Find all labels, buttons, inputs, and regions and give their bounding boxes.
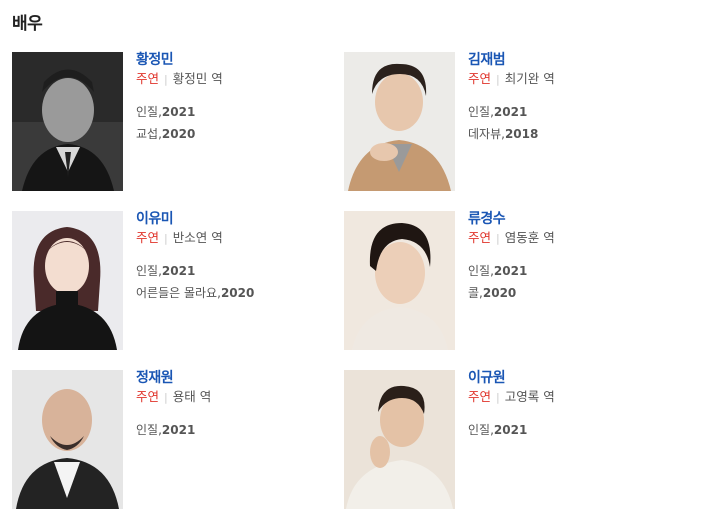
role-type: 주연 [468, 389, 492, 404]
role-name: 고영록 역 [504, 389, 555, 404]
filmography-item: 인질,2021 [468, 260, 678, 282]
filmography-item: 인질,2021 [468, 419, 678, 441]
actor-card: 이규원 주연 | 고영록 역 인질,2021 [344, 370, 684, 510]
work-title-link[interactable]: 데자뷰 [468, 127, 501, 141]
section-title: 배우 [12, 14, 43, 34]
filmography-list: 인질,2021 어른들은 몰라요,2020 [136, 260, 346, 304]
role-line: 주연 | 용태 역 [136, 389, 346, 406]
role-separator: | [164, 73, 168, 86]
actor-photo[interactable] [344, 370, 455, 509]
role-type: 주연 [136, 389, 160, 404]
actor-photo[interactable] [344, 211, 455, 350]
actor-name-link[interactable]: 정재원 [136, 370, 346, 386]
filmography-item: 교섭,2020 [136, 123, 346, 145]
actor-photo[interactable] [12, 211, 123, 350]
actor-photo[interactable] [12, 52, 123, 191]
filmography-item: 인질,2021 [468, 101, 678, 123]
role-separator: | [496, 391, 500, 404]
role-line: 주연 | 황정민 역 [136, 71, 346, 88]
filmography-item: 인질,2021 [136, 260, 346, 282]
role-name: 염동훈 역 [504, 230, 555, 245]
filmography-item: 인질,2021 [136, 419, 346, 441]
actor-name-link[interactable]: 류경수 [468, 211, 678, 227]
work-title-link[interactable]: 인질 [468, 105, 490, 119]
actor-name-link[interactable]: 이규원 [468, 370, 678, 386]
filmography-list: 인질,2021 데자뷰,2018 [468, 101, 678, 145]
actor-photo[interactable] [344, 52, 455, 191]
work-title-link[interactable]: 인질 [136, 105, 158, 119]
work-year: 2020 [482, 286, 517, 300]
role-type: 주연 [136, 230, 160, 245]
actor-card: 황정민 주연 | 황정민 역 인질,2021 교섭,2020 [12, 52, 352, 192]
role-separator: | [496, 232, 500, 245]
role-type: 주연 [468, 71, 492, 86]
role-name: 반소연 역 [172, 230, 223, 245]
work-year: 2020 [220, 286, 255, 300]
work-year: 2021 [493, 105, 528, 119]
work-title-link[interactable]: 인질 [468, 264, 490, 278]
role-name: 최기완 역 [504, 71, 555, 86]
role-line: 주연 | 염동훈 역 [468, 230, 678, 247]
role-type: 주연 [136, 71, 160, 86]
role-separator: | [164, 232, 168, 245]
work-title-link[interactable]: 어른들은 몰라요 [136, 286, 217, 300]
role-name: 용태 역 [172, 389, 212, 404]
filmography-item: 인질,2021 [136, 101, 346, 123]
filmography-list: 인질,2021 [468, 419, 678, 441]
filmography-item: 어른들은 몰라요,2020 [136, 282, 346, 304]
filmography-list: 인질,2021 교섭,2020 [136, 101, 346, 145]
role-line: 주연 | 반소연 역 [136, 230, 346, 247]
role-line: 주연 | 고영록 역 [468, 389, 678, 406]
actor-card: 류경수 주연 | 염동훈 역 인질,2021 콜,2020 [344, 211, 684, 351]
actor-card: 정재원 주연 | 용태 역 인질,2021 [12, 370, 352, 510]
work-year: 2018 [504, 127, 539, 141]
work-year: 2021 [493, 264, 528, 278]
filmography-item: 데자뷰,2018 [468, 123, 678, 145]
filmography-list: 인질,2021 [136, 419, 346, 441]
work-title-link[interactable]: 인질 [468, 423, 490, 437]
work-year: 2021 [161, 105, 196, 119]
work-title-link[interactable]: 교섭 [136, 127, 158, 141]
actor-name-link[interactable]: 이유미 [136, 211, 346, 227]
role-type: 주연 [468, 230, 492, 245]
role-line: 주연 | 최기완 역 [468, 71, 678, 88]
actor-card: 이유미 주연 | 반소연 역 인질,2021 어른들은 몰라요,2020 [12, 211, 352, 351]
actor-card: 김재범 주연 | 최기완 역 인질,2021 데자뷰,2018 [344, 52, 684, 192]
work-title-link[interactable]: 인질 [136, 264, 158, 278]
work-title-link[interactable]: 인질 [136, 423, 158, 437]
work-year: 2021 [161, 264, 196, 278]
filmography-item: 콜,2020 [468, 282, 678, 304]
filmography-list: 인질,2021 콜,2020 [468, 260, 678, 304]
work-year: 2020 [161, 127, 196, 141]
work-title-link[interactable]: 콜 [468, 286, 479, 300]
work-year: 2021 [161, 423, 196, 437]
role-separator: | [164, 391, 168, 404]
actor-name-link[interactable]: 김재범 [468, 52, 678, 68]
work-year: 2021 [493, 423, 528, 437]
role-separator: | [496, 73, 500, 86]
actor-name-link[interactable]: 황정민 [136, 52, 346, 68]
role-name: 황정민 역 [172, 71, 223, 86]
actor-photo[interactable] [12, 370, 123, 509]
